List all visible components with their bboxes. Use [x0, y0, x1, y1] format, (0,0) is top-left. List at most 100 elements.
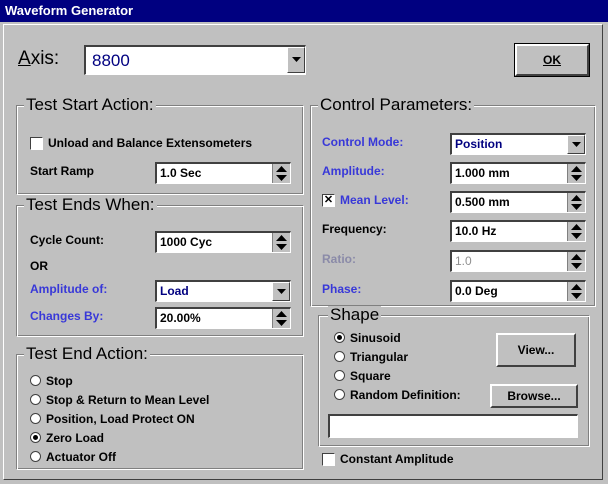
shape-options: Sinusoid Triangular Square Random Defini… — [334, 328, 461, 404]
ok-label: OK — [543, 53, 561, 67]
chevron-down-icon — [571, 141, 581, 147]
chevron-down-icon — [276, 288, 286, 294]
amplitude-of-select[interactable]: Load — [155, 280, 291, 302]
mean-level-value: 0.500 mm — [455, 195, 510, 209]
phase-field[interactable]: 0.0 Deg — [450, 280, 586, 302]
radio-button[interactable] — [334, 370, 345, 381]
window-title: Waveform Generator — [5, 3, 134, 18]
control-mode-dropdown-button[interactable] — [567, 135, 585, 154]
axis-label: Axis: — [18, 48, 60, 69]
shape-option[interactable]: Sinusoid — [334, 328, 461, 347]
end-action-option-label: Stop & Return to Mean Level — [46, 392, 210, 407]
mean-level-spinner[interactable] — [567, 193, 585, 212]
mean-level-label: Mean Level: — [340, 193, 409, 207]
browse-button[interactable]: Browse... — [490, 384, 578, 408]
end-action-option[interactable]: Zero Load — [30, 428, 209, 447]
start-ramp-field[interactable]: 1.0 Sec — [155, 162, 291, 184]
radio-selected-dot — [337, 335, 342, 340]
unload-checkbox[interactable] — [30, 136, 43, 150]
spin-arrows-icon — [571, 254, 582, 269]
test-end-action-title: Test End Action: — [24, 344, 150, 363]
spin-arrows-icon — [276, 311, 287, 326]
unload-label: Unload and Balance Extensometers — [48, 136, 253, 150]
chevron-down-icon — [291, 57, 301, 62]
control-mode-label: Control Mode: — [322, 135, 404, 149]
end-action-option-label: Stop — [46, 373, 73, 388]
end-action-option[interactable]: Position, Load Protect ON — [30, 409, 209, 428]
test-start-title: Test Start Action: — [24, 95, 156, 114]
end-action-option-label: Actuator Off — [46, 449, 116, 464]
phase-spinner[interactable] — [567, 282, 585, 301]
changes-by-field[interactable]: 20.00% — [155, 307, 291, 329]
amplitude-of-dropdown-button[interactable] — [272, 282, 290, 301]
shape-option-label: Random Definition: — [350, 387, 461, 402]
radio-button[interactable] — [30, 394, 41, 405]
amplitude-field[interactable]: 1.000 mm — [450, 162, 586, 184]
unload-checkbox-row[interactable]: Unload and Balance Extensometers — [30, 136, 252, 150]
amplitude-spinner[interactable] — [567, 164, 585, 183]
shape-option[interactable]: Random Definition: — [334, 385, 461, 404]
spin-arrows-icon — [571, 224, 582, 239]
axis-value: 8800 — [92, 51, 130, 70]
shape-option[interactable]: Square — [334, 366, 461, 385]
start-ramp-spinner[interactable] — [272, 164, 290, 183]
control-mode-value: Position — [455, 137, 503, 151]
control-parameters-title: Control Parameters: — [318, 95, 475, 114]
view-label: View... — [517, 343, 555, 357]
axis-dropdown-button[interactable] — [287, 47, 305, 73]
random-definition-field[interactable] — [328, 414, 578, 438]
radio-button[interactable] — [334, 389, 345, 400]
mean-level-checkbox[interactable]: ✕ — [322, 193, 335, 207]
radio-button[interactable] — [30, 413, 41, 424]
shape-option[interactable]: Triangular — [334, 347, 461, 366]
spin-arrows-icon — [571, 284, 582, 299]
shape-option-label: Sinusoid — [350, 330, 401, 345]
constant-amplitude-label: Constant Amplitude — [340, 452, 454, 466]
ok-button[interactable]: OK — [514, 43, 590, 77]
radio-button[interactable] — [30, 375, 41, 386]
or-label: OR — [30, 259, 48, 273]
constant-amplitude-checkbox[interactable] — [322, 452, 335, 466]
radio-selected-dot — [33, 435, 38, 440]
amplitude-value: 1.000 mm — [455, 166, 510, 180]
radio-button[interactable] — [30, 432, 41, 443]
test-ends-title: Test Ends When: — [24, 195, 157, 214]
end-action-option[interactable]: Actuator Off — [30, 447, 209, 466]
amplitude-of-value: Load — [160, 284, 189, 298]
end-action-options: Stop Stop & Return to Mean Level Positio… — [30, 371, 209, 466]
frequency-field[interactable]: 10.0 Hz — [450, 220, 586, 242]
browse-label: Browse... — [507, 389, 561, 403]
amplitude-label: Amplitude: — [322, 164, 385, 178]
frequency-spinner[interactable] — [567, 222, 585, 241]
cycle-count-value: 1000 Cyc — [160, 235, 213, 249]
radio-button[interactable] — [30, 451, 41, 462]
changes-by-value: 20.00% — [160, 311, 201, 325]
shape-option-label: Square — [350, 368, 391, 383]
shape-option-label: Triangular — [350, 349, 409, 364]
cycle-count-label: Cycle Count: — [30, 233, 105, 247]
mean-level-field[interactable]: 0.500 mm — [450, 191, 586, 213]
ratio-value: 1.0 — [455, 254, 472, 268]
shape-title: Shape — [328, 305, 382, 324]
cycle-count-field[interactable]: 1000 Cyc — [155, 231, 291, 253]
end-action-option[interactable]: Stop — [30, 371, 209, 390]
changes-by-label: Changes By: — [30, 309, 104, 323]
spin-arrows-icon — [571, 195, 582, 210]
mean-level-checkbox-row[interactable]: ✕ Mean Level: — [322, 193, 409, 207]
title-bar: Waveform Generator — [0, 0, 608, 22]
constant-amplitude-checkbox-row[interactable]: Constant Amplitude — [322, 452, 454, 466]
end-action-option[interactable]: Stop & Return to Mean Level — [30, 390, 209, 409]
control-mode-select[interactable]: Position — [450, 133, 586, 155]
start-ramp-label: Start Ramp — [30, 164, 95, 178]
radio-button[interactable] — [334, 351, 345, 362]
end-action-option-label: Zero Load — [46, 430, 105, 445]
end-action-option-label: Position, Load Protect ON — [46, 411, 195, 426]
cycle-count-spinner[interactable] — [272, 233, 290, 252]
frequency-value: 10.0 Hz — [455, 224, 497, 238]
spin-arrows-icon — [276, 235, 287, 250]
radio-button[interactable] — [334, 332, 345, 343]
view-button[interactable]: View... — [496, 333, 576, 367]
axis-select[interactable]: 8800 — [84, 45, 306, 75]
ratio-spinner — [567, 252, 585, 271]
changes-by-spinner[interactable] — [272, 309, 290, 328]
